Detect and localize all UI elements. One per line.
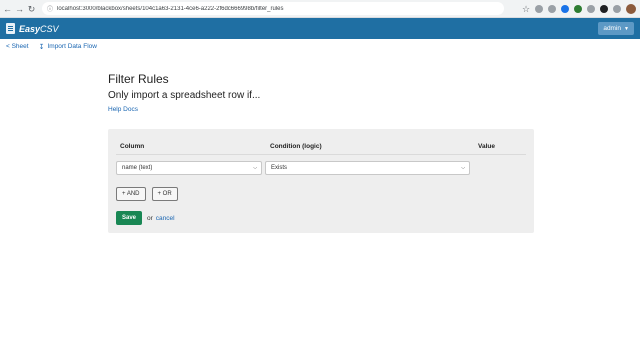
reload-icon[interactable]: ↻	[27, 2, 36, 16]
back-to-sheet-link[interactable]: < Sheet	[6, 43, 29, 50]
logic-button-group: + AND + OR	[116, 187, 184, 201]
chevron-down-icon: ⌵	[461, 165, 465, 171]
extension-icon[interactable]	[600, 4, 608, 13]
form-actions: Save or cancel	[116, 211, 175, 225]
rules-table-header: Column Condition (logic) Value	[116, 143, 526, 155]
extension-icon[interactable]	[574, 4, 582, 13]
profile-avatar[interactable]	[626, 3, 636, 14]
page-subtitle: Only import a spreadsheet row if...	[108, 90, 261, 101]
puzzle-icon[interactable]	[613, 4, 621, 13]
address-bar[interactable]: ⓘ localhost:3000/blackbox/sheets/104c1a6…	[42, 2, 504, 15]
user-menu-button[interactable]: admin ▼	[598, 22, 634, 35]
column-select-value: name (text)	[122, 165, 153, 171]
extension-icon[interactable]	[587, 4, 595, 13]
address-bar-url: localhost:3000/blackbox/sheets/104c1a63-…	[57, 5, 284, 12]
user-menu-label: admin	[603, 25, 622, 32]
value-header: Value	[478, 143, 495, 150]
page-header: Filter Rules Only import a spreadsheet r…	[108, 72, 538, 113]
brand-logo[interactable]: EasyCSV	[6, 23, 59, 34]
filter-rule-row: name (text) ⌵ Exists ⌵	[116, 161, 526, 175]
info-icon[interactable]: ⓘ	[47, 4, 53, 13]
column-header: Column	[120, 143, 145, 150]
page-title: Filter Rules	[108, 72, 169, 86]
condition-header: Condition (logic)	[270, 143, 322, 150]
back-icon[interactable]: ←	[3, 2, 12, 16]
back-to-sheet-label: < Sheet	[6, 43, 29, 50]
add-or-button[interactable]: + OR	[151, 187, 178, 201]
spreadsheet-icon	[6, 23, 15, 34]
extension-icon[interactable]	[561, 4, 569, 13]
filter-rules-panel: Column Condition (logic) Value name (tex…	[108, 129, 534, 233]
app-navbar: EasyCSV admin ▼	[0, 18, 640, 39]
cancel-link[interactable]: cancel	[156, 215, 175, 222]
add-and-button[interactable]: + AND	[116, 187, 146, 201]
brand-name: EasyCSV	[19, 23, 59, 34]
star-icon[interactable]: ☆	[522, 4, 530, 13]
forward-icon[interactable]: →	[15, 2, 24, 16]
condition-select-value: Exists	[271, 165, 288, 171]
extension-icon[interactable]	[548, 4, 556, 13]
column-select[interactable]: name (text) ⌵	[116, 161, 262, 175]
extension-icon[interactable]	[535, 4, 543, 13]
import-data-flow-link[interactable]: ↧ Import Data Flow	[39, 43, 97, 51]
chevron-down-icon: ▼	[624, 25, 629, 32]
import-icon: ↧	[38, 43, 45, 51]
or-text: or	[147, 214, 153, 222]
browser-toolbar: ← → ↻ ⓘ localhost:3000/blackbox/sheets/1…	[0, 0, 640, 18]
condition-select[interactable]: Exists ⌵	[265, 161, 470, 175]
save-button[interactable]: Save	[116, 211, 143, 225]
chevron-down-icon: ⌵	[253, 165, 257, 171]
help-docs-link[interactable]: Help Docs	[108, 106, 538, 113]
import-data-flow-label: Import Data Flow	[47, 43, 97, 50]
sub-navigation: < Sheet ↧ Import Data Flow	[0, 39, 640, 54]
